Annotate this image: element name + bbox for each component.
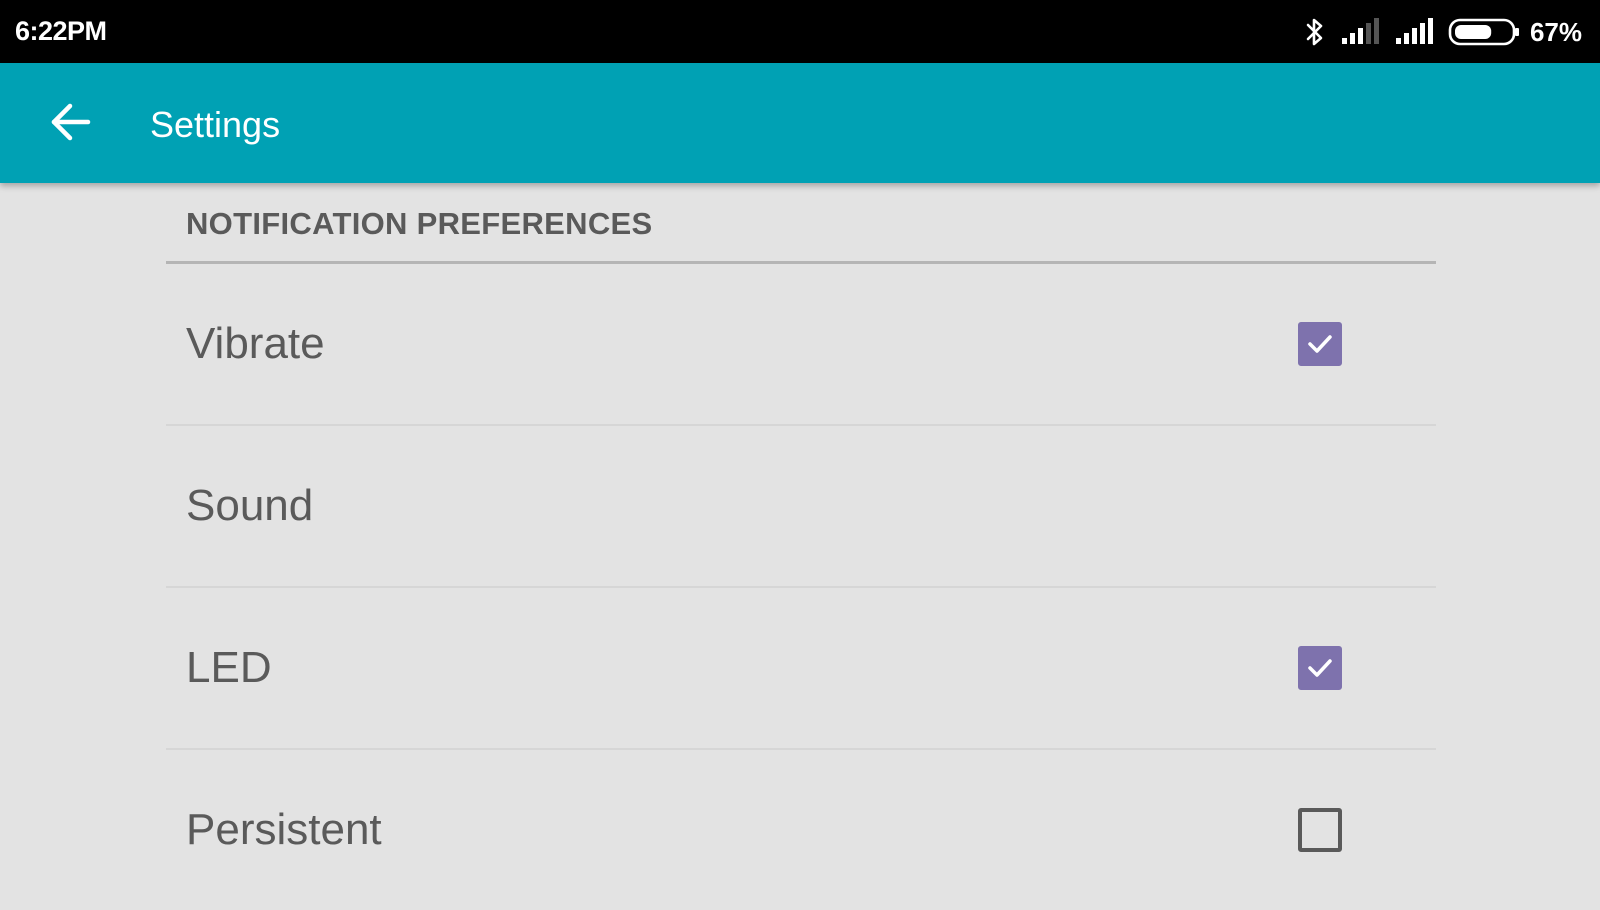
app-bar: Settings	[0, 63, 1600, 183]
status-bar: 6:22PM 67%	[0, 0, 1600, 63]
back-button[interactable]	[42, 96, 98, 152]
preference-row-persistent[interactable]: Persistent	[166, 750, 1436, 910]
status-icons: 67%	[1290, 14, 1582, 50]
preference-label: Persistent	[186, 805, 382, 854]
preference-row-vibrate[interactable]: Vibrate	[166, 264, 1436, 426]
battery-percent: 67%	[1529, 16, 1582, 47]
checkmark-icon	[1308, 335, 1332, 353]
signal-icon	[1394, 18, 1434, 46]
back-arrow-icon	[48, 102, 92, 147]
bluetooth-icon	[1304, 16, 1326, 48]
checkmark-icon	[1308, 659, 1332, 677]
section-header: NOTIFICATION PREFERENCES	[166, 183, 1436, 264]
preference-label: LED	[186, 643, 272, 692]
settings-content: NOTIFICATION PREFERENCES Vibrate Sound L…	[166, 183, 1436, 910]
status-time: 6:22PM	[15, 16, 107, 46]
section-title: NOTIFICATION PREFERENCES	[186, 206, 653, 241]
preference-row-sound[interactable]: Sound	[166, 426, 1436, 588]
preference-row-led[interactable]: LED	[166, 588, 1436, 750]
preference-label: Vibrate	[186, 319, 325, 368]
signal-icon	[1340, 18, 1380, 46]
battery-icon	[1448, 18, 1520, 46]
page-title: Settings	[150, 104, 281, 145]
preference-label: Sound	[186, 481, 314, 530]
vibrate-checkbox[interactable]	[1298, 322, 1342, 366]
persistent-checkbox[interactable]	[1298, 808, 1342, 852]
led-checkbox[interactable]	[1298, 646, 1342, 690]
